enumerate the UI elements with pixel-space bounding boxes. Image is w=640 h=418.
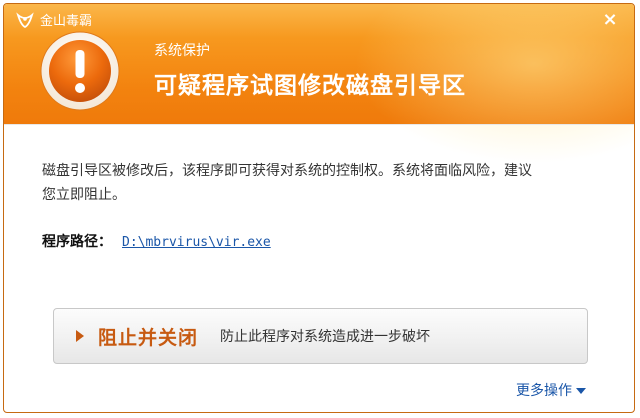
triangle-right-icon	[76, 330, 84, 342]
more-options-link[interactable]: 更多操作	[516, 380, 586, 400]
more-options-label: 更多操作	[516, 383, 572, 399]
alert-title: 可疑程序试图修改磁盘引导区	[154, 73, 466, 99]
program-path-link[interactable]: D:\mbrvirus\vir.exe	[122, 235, 271, 250]
block-and-close-button[interactable]: 阻止并关闭 防止此程序对系统造成进一步破坏	[53, 308, 588, 364]
close-button[interactable]: ×	[600, 10, 620, 30]
kingsoft-logo-icon	[16, 11, 34, 28]
close-icon: ×	[602, 9, 618, 30]
chevron-down-icon	[576, 388, 586, 394]
program-path-label: 程序路径：	[42, 234, 112, 250]
program-path-row: 程序路径： D:\mbrvirus\vir.exe	[42, 231, 271, 251]
alert-subtitle: 系统保护	[154, 43, 210, 59]
alert-header: 金山毒霸 × 系统保护 可疑程序试图修改磁盘引导区	[4, 4, 634, 164]
app-brand-name: 金山毒霸	[40, 14, 93, 29]
app-brand: 金山毒霸	[16, 10, 92, 29]
alert-message-line-1: 磁盘引导区被修改后，该程序即可获得对系统的控制权。系统将面临风险，建议	[42, 163, 532, 179]
block-and-close-label: 阻止并关闭	[98, 326, 199, 349]
alert-message-line-2: 您立即阻止。	[42, 187, 126, 203]
alert-exclamation-icon	[40, 31, 120, 111]
security-alert-dialog: 金山毒霸 × 系统保护 可疑程序试图修改磁盘引导区 磁盘引导区被修改后，该程序即…	[3, 3, 635, 413]
alert-message: 磁盘引导区被修改后，该程序即可获得对系统的控制权。系统将面临风险，建议 您立即阻…	[42, 159, 602, 207]
header-divider	[4, 124, 634, 125]
block-and-close-description: 防止此程序对系统造成进一步破坏	[220, 329, 431, 345]
